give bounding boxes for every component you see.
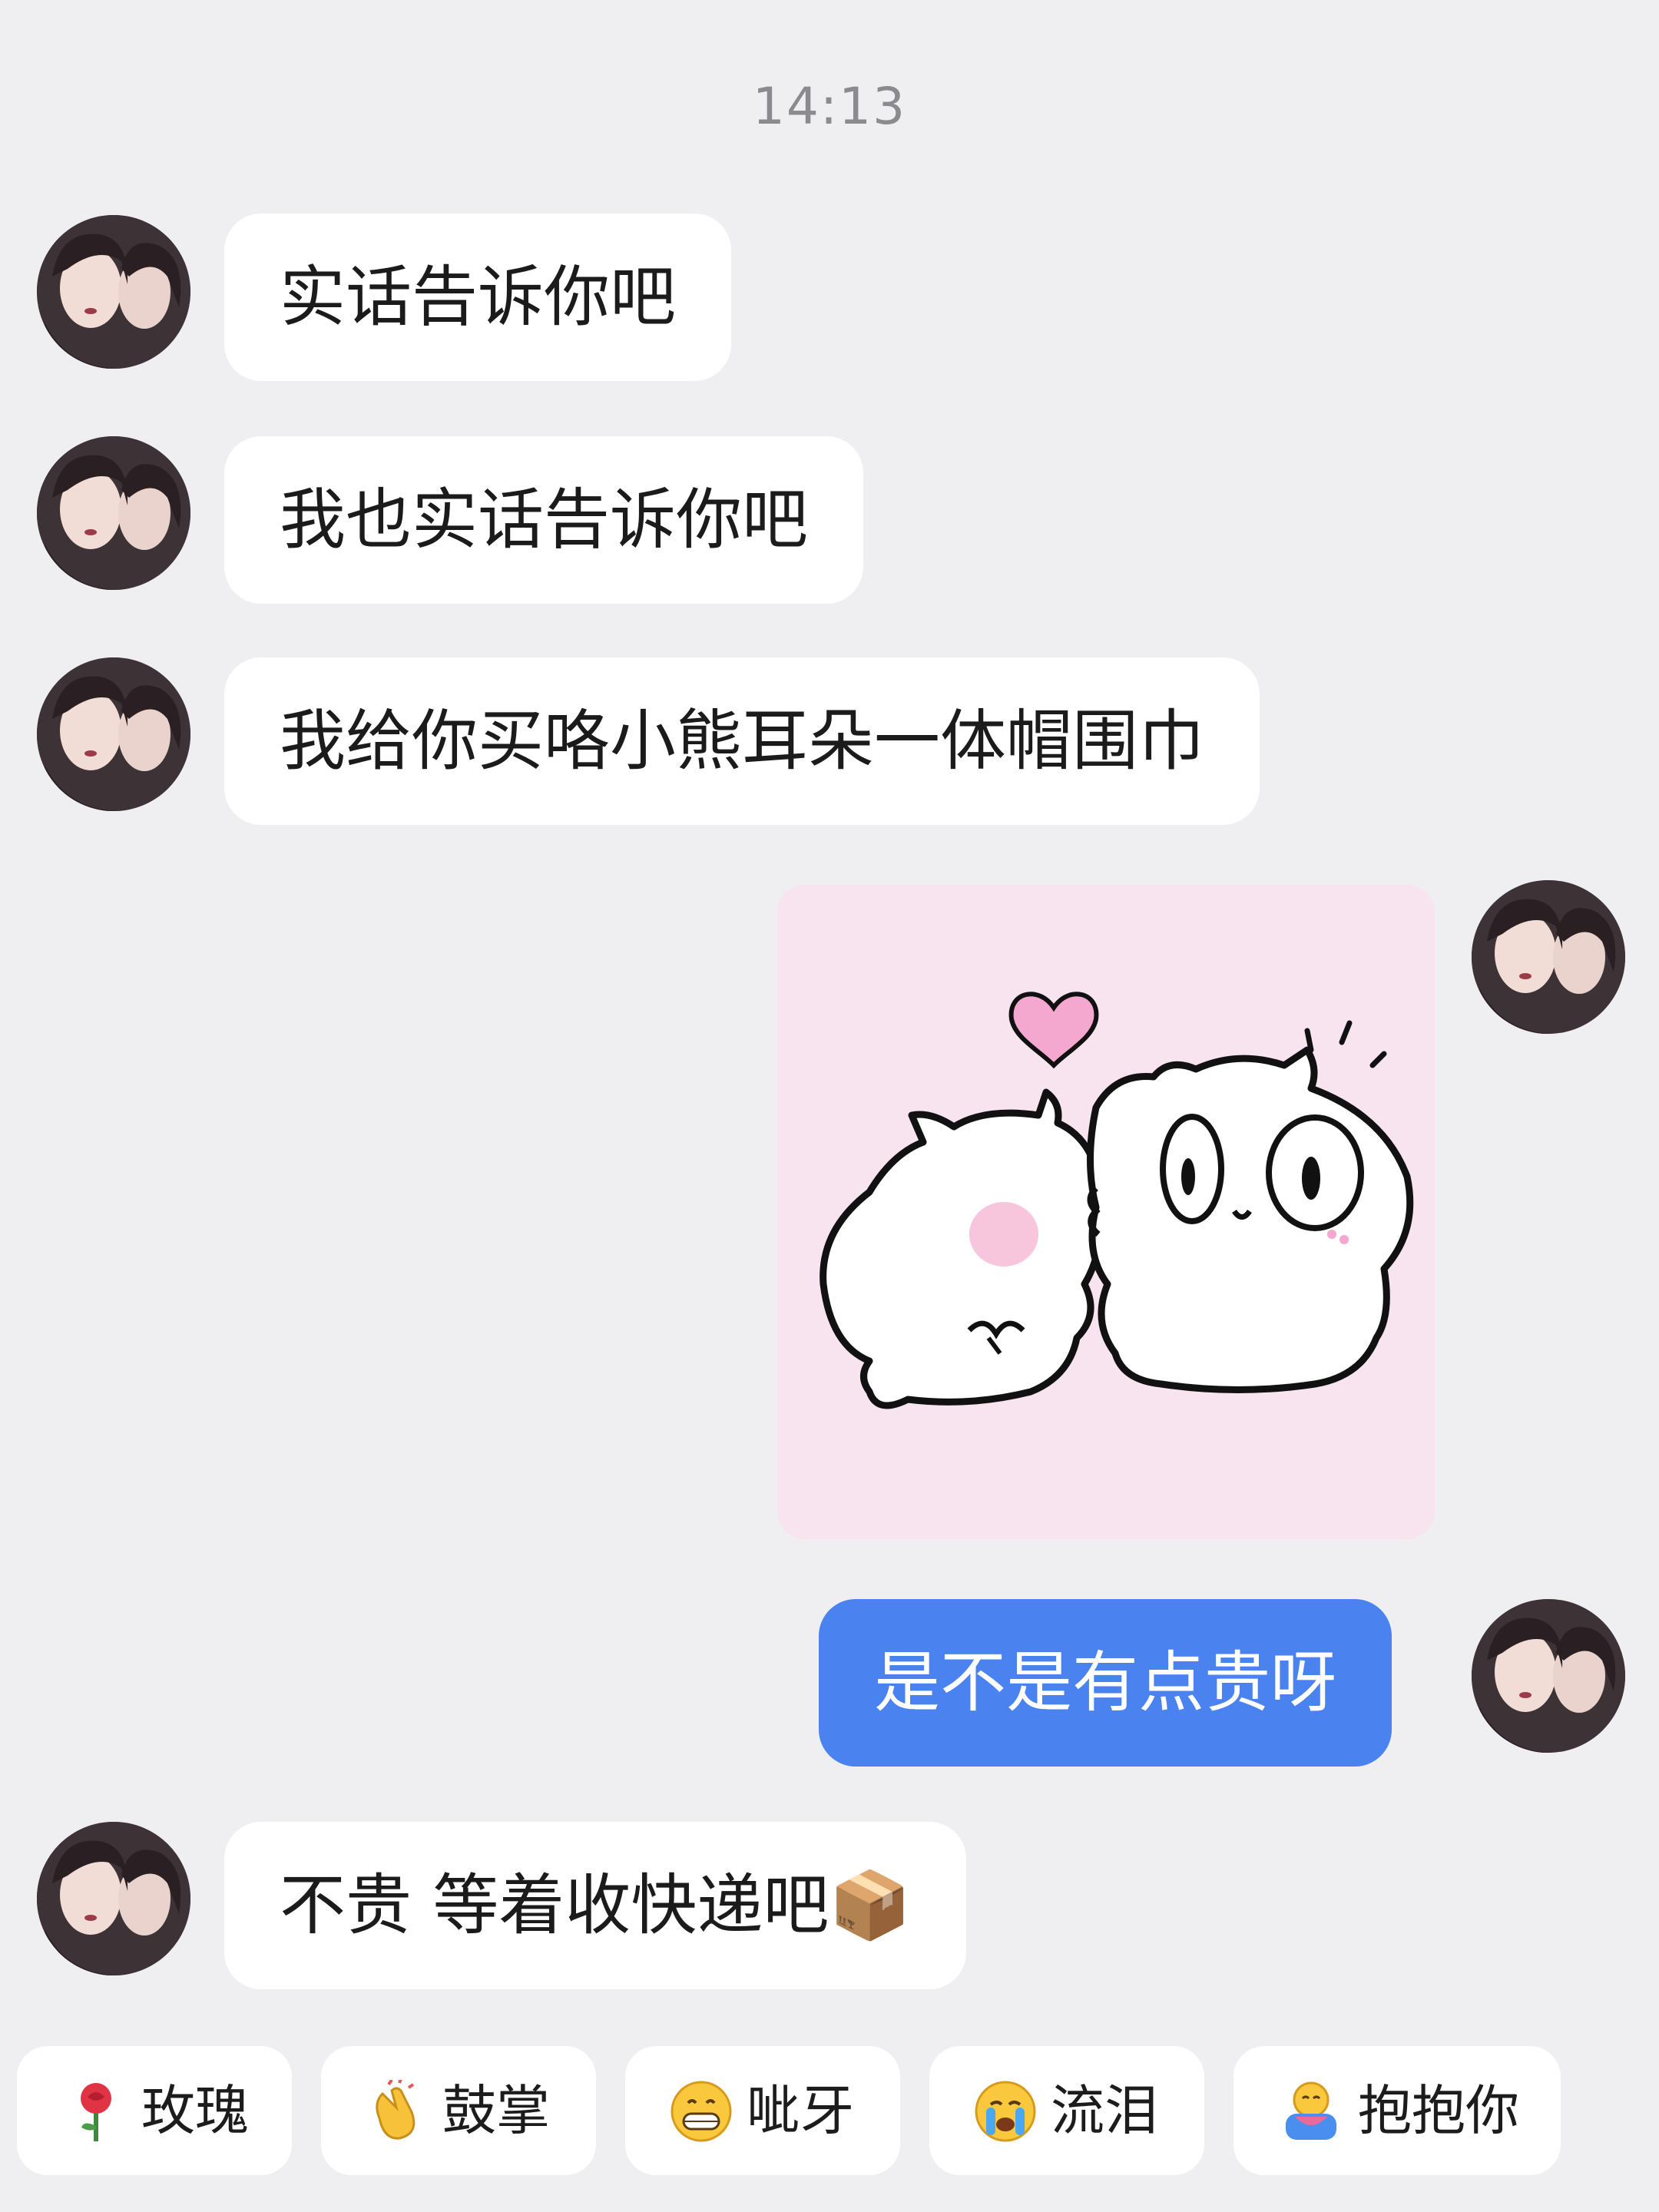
- message-bubble-received[interactable]: 我也实话告诉你吧: [224, 436, 863, 604]
- quick-reply-bar: 玫瑰 鼓掌 呲牙 流泪 抱抱你: [17, 2046, 1645, 2175]
- message-bubble-received[interactable]: 我给你买咯小熊耳朵一体帽围巾: [224, 657, 1260, 825]
- quick-reply-label: 玫瑰: [141, 2079, 249, 2142]
- my-avatar[interactable]: [1472, 1599, 1625, 1753]
- quick-reply-label: 鼓掌: [442, 2079, 550, 2142]
- contact-avatar[interactable]: [37, 215, 190, 369]
- quick-reply-grin[interactable]: 呲牙: [625, 2046, 900, 2175]
- contact-avatar[interactable]: [37, 1822, 190, 1975]
- quick-reply-applause[interactable]: 鼓掌: [321, 2046, 596, 2175]
- quick-reply-label: 呲牙: [747, 2079, 854, 2142]
- quick-reply-label: 抱抱你: [1358, 2079, 1519, 2142]
- crying-face-icon: [975, 2081, 1036, 2142]
- message-timestamp: 14:13: [752, 77, 907, 136]
- two-cartoon-cats-kiss-sticker[interactable]: [777, 885, 1435, 1539]
- my-avatar[interactable]: [1472, 880, 1625, 1034]
- quick-reply-hug[interactable]: 抱抱你: [1233, 2046, 1561, 2175]
- hugging-face-icon: [1286, 2081, 1336, 2140]
- message-bubble-received[interactable]: 不贵 等着收快递吧📦: [224, 1822, 967, 1989]
- rose-icon: [81, 2083, 111, 2141]
- heart-icon: [1008, 992, 1099, 1069]
- quick-reply-rose[interactable]: 玫瑰: [17, 2046, 292, 2175]
- quick-reply-label: 流泪: [1051, 2079, 1158, 2142]
- clapping-hands-icon: [376, 2080, 416, 2140]
- message-bubble-received[interactable]: 实话告诉你吧: [224, 214, 731, 381]
- quick-reply-tears[interactable]: 流泪: [929, 2046, 1204, 2175]
- contact-avatar[interactable]: [37, 436, 190, 590]
- message-bubble-sent[interactable]: 是不是有点贵呀: [819, 1599, 1392, 1767]
- grinning-face-icon: [671, 2081, 732, 2142]
- contact-avatar[interactable]: [37, 657, 190, 811]
